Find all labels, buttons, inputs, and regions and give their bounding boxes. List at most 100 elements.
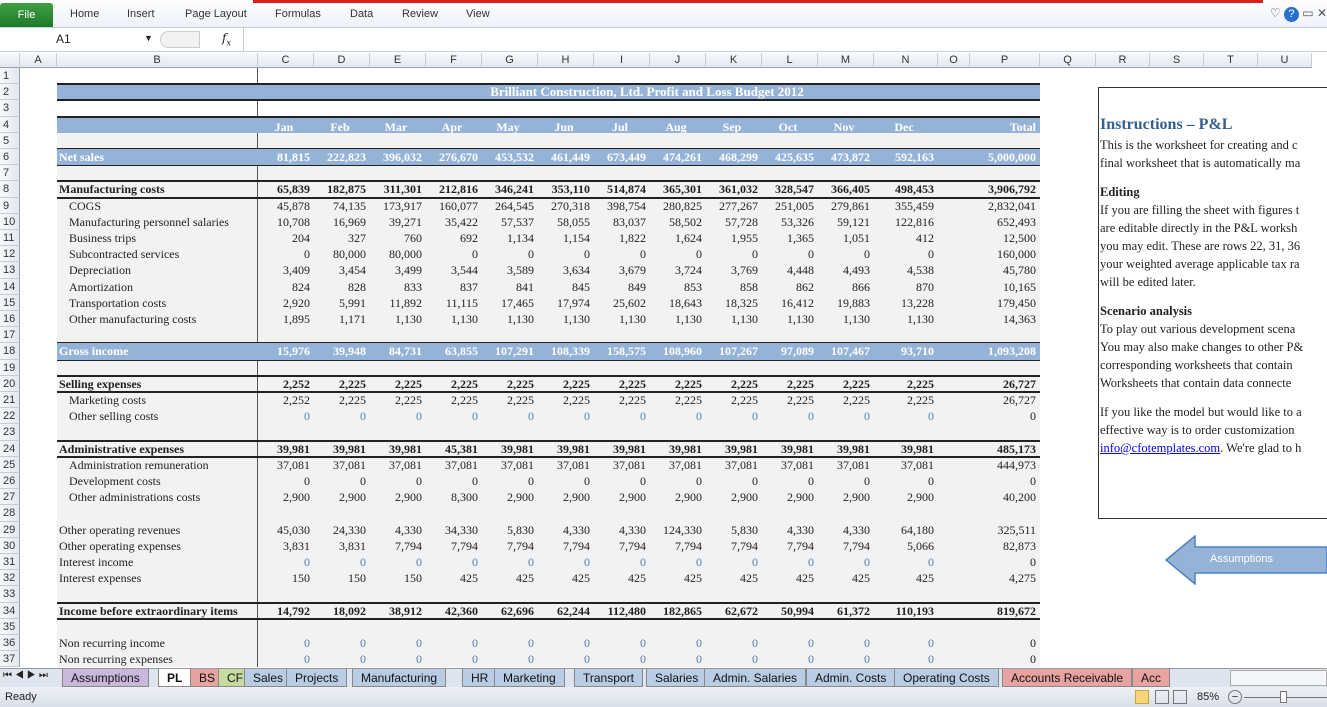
value-cell[interactable]: 398,754 — [594, 198, 650, 214]
value-cell[interactable]: 7,794 — [426, 538, 482, 554]
sheet-tab-accounts-receivable[interactable]: Accounts Receivable — [1002, 669, 1133, 687]
value-cell[interactable]: 2,225 — [314, 376, 370, 392]
row-header[interactable]: 31 — [0, 554, 20, 571]
value-cell[interactable]: 366,405 — [818, 181, 874, 197]
value-cell[interactable]: 37,081 — [818, 457, 874, 473]
total-cell[interactable]: 179,450 — [970, 295, 1040, 311]
row-header[interactable]: 10 — [0, 213, 20, 230]
sheet-tab-admin-salaries[interactable]: Admin. Salaries — [704, 669, 807, 687]
value-cell[interactable]: 45,381 — [426, 441, 482, 457]
value-cell[interactable]: 425,635 — [762, 149, 818, 165]
value-cell[interactable]: 0 — [426, 473, 482, 489]
column-header-N[interactable]: N — [874, 53, 938, 68]
total-cell[interactable]: 160,000 — [970, 246, 1040, 262]
row-header[interactable]: 29 — [0, 521, 20, 538]
value-cell[interactable]: 3,679 — [594, 262, 650, 278]
row-header[interactable]: 16 — [0, 311, 20, 328]
value-cell[interactable]: 0 — [818, 473, 874, 489]
value-cell[interactable]: 2,225 — [818, 376, 874, 392]
value-cell[interactable]: 5,066 — [874, 538, 938, 554]
value-cell[interactable]: 7,794 — [370, 538, 426, 554]
value-cell[interactable]: 2,900 — [314, 489, 370, 505]
value-cell[interactable]: 37,081 — [874, 457, 938, 473]
sheet-tab-salaries[interactable]: Salaries — [646, 669, 708, 687]
value-cell[interactable]: 8,300 — [426, 489, 482, 505]
normal-view-icon[interactable] — [1135, 690, 1149, 704]
value-cell[interactable]: 0 — [594, 408, 650, 424]
value-cell[interactable]: 1,130 — [370, 311, 426, 327]
value-cell[interactable]: 14,792 — [258, 603, 314, 619]
value-cell[interactable]: 13,228 — [874, 295, 938, 311]
value-cell[interactable]: 222,823 — [314, 149, 370, 165]
value-cell[interactable]: 0 — [482, 246, 538, 262]
sheet-tab-assumptions[interactable]: Assumptions — [62, 669, 149, 687]
value-cell[interactable]: 0 — [370, 408, 426, 424]
row-header[interactable]: 3 — [0, 100, 20, 117]
value-cell[interactable]: 346,241 — [482, 181, 538, 197]
value-cell[interactable]: 0 — [314, 635, 370, 651]
total-cell[interactable]: 26,727 — [970, 376, 1040, 392]
sheet-tab-hr[interactable]: HR — [462, 669, 498, 687]
value-cell[interactable]: 7,794 — [818, 538, 874, 554]
value-cell[interactable]: 4,330 — [818, 522, 874, 538]
value-cell[interactable]: 1,130 — [426, 311, 482, 327]
value-cell[interactable]: 425 — [650, 570, 706, 586]
value-cell[interactable]: 2,225 — [650, 392, 706, 408]
value-cell[interactable]: 0 — [426, 635, 482, 651]
value-cell[interactable]: 7,794 — [762, 538, 818, 554]
row-header[interactable]: 32 — [0, 570, 20, 587]
value-cell[interactable]: 2,920 — [258, 295, 314, 311]
value-cell[interactable]: 425 — [762, 570, 818, 586]
select-all-corner[interactable] — [0, 53, 20, 68]
value-cell[interactable]: 0 — [314, 473, 370, 489]
value-cell[interactable]: 0 — [762, 408, 818, 424]
value-cell[interactable]: 280,825 — [650, 198, 706, 214]
value-cell[interactable]: 53,326 — [762, 214, 818, 230]
value-cell[interactable]: 2,225 — [370, 392, 426, 408]
value-cell[interactable]: 2,900 — [482, 489, 538, 505]
value-cell[interactable]: 276,670 — [426, 149, 482, 165]
value-cell[interactable]: 425 — [482, 570, 538, 586]
total-cell[interactable]: 1,093,208 — [970, 343, 1040, 359]
value-cell[interactable]: 0 — [762, 246, 818, 262]
value-cell[interactable]: 0 — [538, 635, 594, 651]
value-cell[interactable]: 2,225 — [538, 376, 594, 392]
row-header[interactable]: 19 — [0, 359, 20, 376]
value-cell[interactable]: 353,110 — [538, 181, 594, 197]
value-cell[interactable]: 0 — [370, 651, 426, 667]
value-cell[interactable]: 38,912 — [370, 603, 426, 619]
value-cell[interactable]: 107,467 — [818, 343, 874, 359]
tab-view[interactable]: View — [466, 8, 490, 20]
row-header[interactable]: 30 — [0, 537, 20, 554]
column-header-L[interactable]: L — [762, 53, 818, 68]
zoom-slider-handle[interactable] — [1280, 691, 1287, 703]
row-header[interactable]: 27 — [0, 489, 20, 506]
value-cell[interactable]: 182,865 — [650, 603, 706, 619]
value-cell[interactable]: 0 — [482, 635, 538, 651]
column-header-U[interactable]: U — [1258, 53, 1312, 68]
value-cell[interactable]: 3,499 — [370, 262, 426, 278]
value-cell[interactable]: 2,225 — [818, 392, 874, 408]
horizontal-scrollbar[interactable] — [1230, 670, 1327, 686]
name-box[interactable]: A1 — [56, 32, 156, 46]
total-cell[interactable]: 0 — [970, 473, 1040, 489]
value-cell[interactable]: 0 — [706, 554, 762, 570]
total-cell[interactable]: 12,500 — [970, 230, 1040, 246]
value-cell[interactable]: 7,794 — [538, 538, 594, 554]
value-cell[interactable]: 0 — [258, 408, 314, 424]
row-header[interactable]: 7 — [0, 165, 20, 182]
value-cell[interactable]: 1,822 — [594, 230, 650, 246]
value-cell[interactable]: 0 — [482, 554, 538, 570]
value-cell[interactable]: 45,878 — [258, 198, 314, 214]
value-cell[interactable]: 0 — [706, 246, 762, 262]
value-cell[interactable]: 39,981 — [482, 441, 538, 457]
value-cell[interactable]: 2,900 — [538, 489, 594, 505]
value-cell[interactable]: 37,081 — [258, 457, 314, 473]
value-cell[interactable]: 0 — [594, 554, 650, 570]
chevron-down-icon[interactable]: ▼ — [144, 33, 153, 43]
value-cell[interactable]: 57,728 — [706, 214, 762, 230]
value-cell[interactable]: 0 — [762, 651, 818, 667]
value-cell[interactable]: 0 — [426, 246, 482, 262]
value-cell[interactable]: 0 — [650, 246, 706, 262]
column-header-S[interactable]: S — [1150, 53, 1204, 68]
